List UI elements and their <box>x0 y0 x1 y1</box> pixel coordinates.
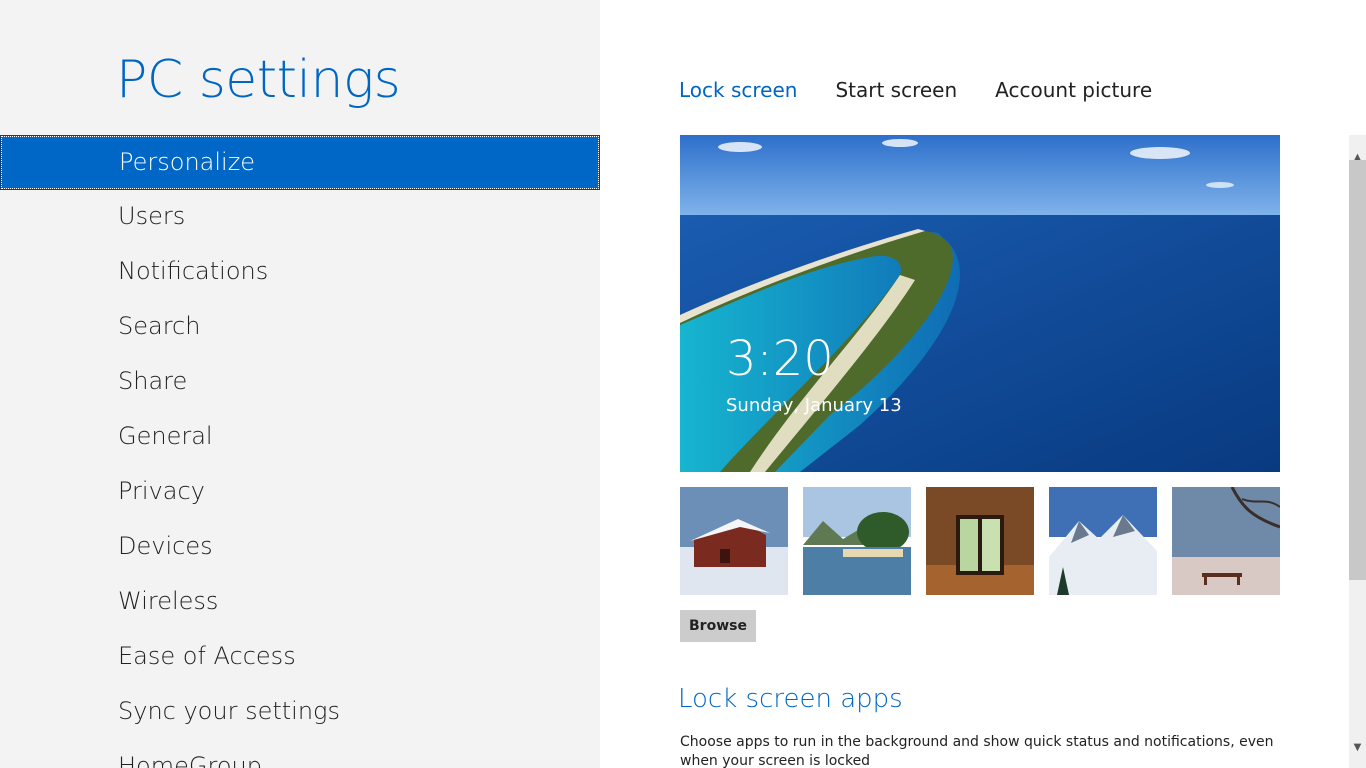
page-title: PC settings <box>116 50 401 110</box>
nav-item-devices[interactable]: Devices <box>0 520 600 575</box>
thumbnail-room-window[interactable] <box>926 487 1034 595</box>
tab-account-picture[interactable]: Account picture <box>995 78 1152 102</box>
preview-image <box>680 135 1280 472</box>
nav-item-sync-settings[interactable]: Sync your settings <box>0 685 600 740</box>
lock-screen-preview: 3:20 Sunday, January 13 <box>680 135 1280 472</box>
thumbnail-winter-bench[interactable] <box>1172 487 1280 595</box>
nav-item-privacy[interactable]: Privacy <box>0 465 600 520</box>
tab-bar: Lock screen Start screen Account picture <box>679 78 1152 102</box>
nav-item-homegroup[interactable]: HomeGroup <box>0 740 600 768</box>
nav-item-wireless[interactable]: Wireless <box>0 575 600 630</box>
thumbnail-snow-barn[interactable] <box>680 487 788 595</box>
nav-item-search[interactable]: Search <box>0 300 600 355</box>
preview-time: 3:20 <box>726 331 834 387</box>
lock-screen-apps-title: Lock screen apps <box>678 684 903 714</box>
right-pane: Lock screen Start screen Account picture <box>600 0 1366 768</box>
thumbnail-lake-island[interactable] <box>803 487 911 595</box>
nav-item-general[interactable]: General <box>0 410 600 465</box>
tab-start-screen[interactable]: Start screen <box>835 78 957 102</box>
nav-item-ease-of-access[interactable]: Ease of Access <box>0 630 600 685</box>
browse-button[interactable]: Browse <box>680 610 756 642</box>
tab-lock-screen[interactable]: Lock screen <box>679 78 797 102</box>
nav-item-personalize[interactable]: Personalize <box>0 135 600 190</box>
nav-list: Personalize Users Notifications Search S… <box>0 135 600 768</box>
preview-date: Sunday, January 13 <box>726 395 902 416</box>
left-pane: PC settings Personalize Users Notificati… <box>0 0 600 768</box>
nav-item-share[interactable]: Share <box>0 355 600 410</box>
thumbnail-row <box>680 487 1280 595</box>
lock-screen-apps-description: Choose apps to run in the background and… <box>680 734 1274 768</box>
nav-item-users[interactable]: Users <box>0 190 600 245</box>
vertical-scrollbar[interactable]: ▲ ▼ <box>1349 135 1366 768</box>
chevron-down-icon[interactable]: ▼ <box>1349 737 1366 757</box>
thumbnail-snowy-mountains[interactable] <box>1049 487 1157 595</box>
nav-item-notifications[interactable]: Notifications <box>0 245 600 300</box>
scroll-thumb[interactable] <box>1349 160 1366 580</box>
